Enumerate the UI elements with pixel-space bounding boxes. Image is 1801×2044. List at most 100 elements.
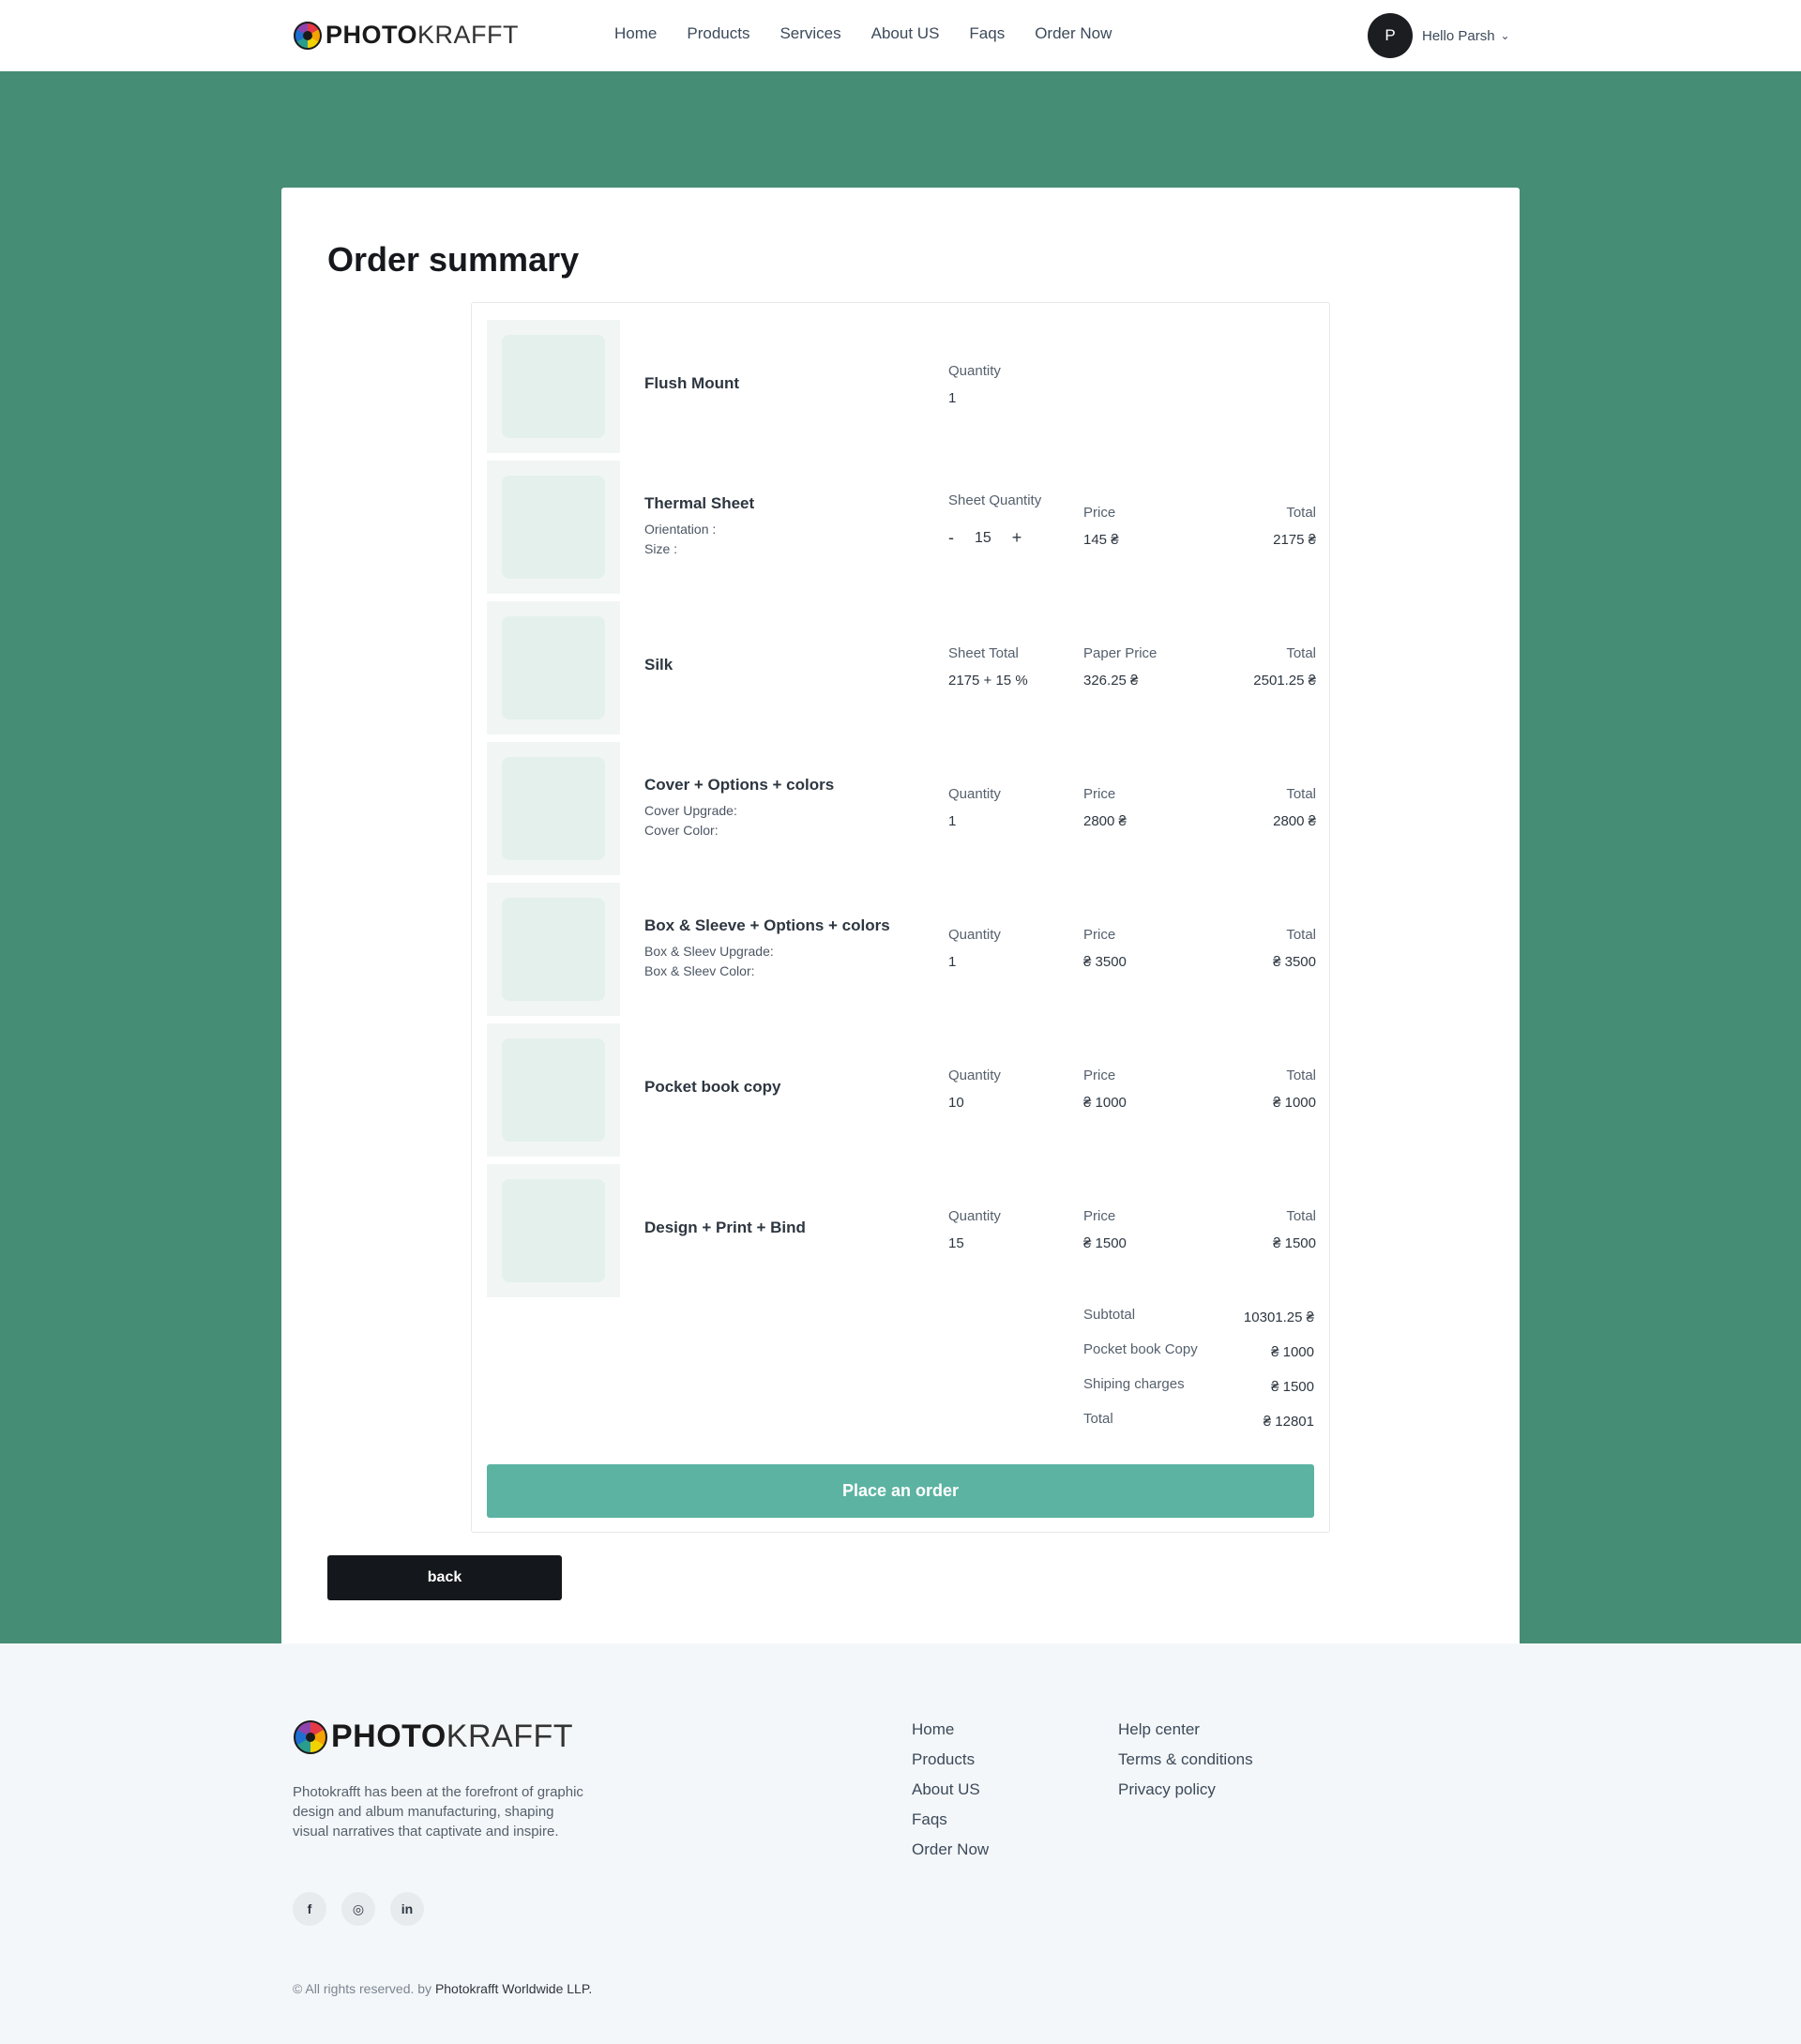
- footer-link-order-now[interactable]: Order Now: [912, 1840, 989, 1858]
- top-header: PHOTOKRAFFT Home Products Services About…: [0, 0, 1801, 71]
- nav-about-us[interactable]: About US: [871, 24, 940, 43]
- list-item: Thermal Sheet Orientation : Size : Sheet…: [487, 461, 1316, 594]
- sheet-quantity-label: Sheet Quantity: [948, 492, 1042, 508]
- nav-order-now[interactable]: Order Now: [1035, 24, 1112, 43]
- quantity-value: 1: [948, 954, 957, 970]
- back-button[interactable]: back: [327, 1555, 562, 1600]
- footer-support-links: Help center Terms & conditions Privacy p…: [1118, 1720, 1253, 1798]
- price-value: ₴ 1000: [1083, 1095, 1127, 1111]
- total-value: 2800 ₴: [1273, 813, 1316, 829]
- quantity-label: Quantity: [948, 1067, 1001, 1083]
- user-greeting[interactable]: Hello Parsh: [1422, 28, 1495, 44]
- image-placeholder: [502, 616, 605, 719]
- product-option-size: Size :: [644, 541, 678, 556]
- quantity-label: Quantity: [948, 363, 1001, 379]
- total-label: Total: [1286, 645, 1316, 661]
- page-title: Order summary: [327, 240, 580, 279]
- sheet-total-value: 2175 + 15 %: [948, 673, 1028, 689]
- nav-faqs[interactable]: Faqs: [969, 24, 1005, 43]
- product-option-orientation: Orientation :: [644, 522, 717, 537]
- place-order-button[interactable]: Place an order: [487, 1464, 1314, 1518]
- product-thumbnail: [487, 1023, 620, 1157]
- brand-logo[interactable]: PHOTOKRAFFT: [294, 21, 519, 50]
- quantity-value[interactable]: 15: [975, 530, 991, 547]
- total-value: 2175 ₴: [1273, 532, 1316, 548]
- sheet-total-label: Sheet Total: [948, 645, 1019, 661]
- list-item: Cover + Options + colors Cover Upgrade: …: [487, 742, 1316, 875]
- company-link[interactable]: Photokrafft Worldwide LLP.: [435, 1981, 592, 1996]
- chevron-down-icon[interactable]: ⌄: [1501, 29, 1510, 42]
- nav-services[interactable]: Services: [779, 24, 840, 43]
- product-thumbnail: [487, 461, 620, 594]
- total-value: ₴ 1000: [1273, 1095, 1316, 1111]
- subtotal-label: Subtotal: [1083, 1307, 1136, 1323]
- footer-link-products[interactable]: Products: [912, 1750, 989, 1768]
- order-card: Order summary Flush Mount Quantity 1 The…: [281, 188, 1520, 1670]
- footer-link-faqs[interactable]: Faqs: [912, 1810, 989, 1828]
- aperture-logo-icon: [294, 21, 322, 50]
- nav-home[interactable]: Home: [614, 24, 657, 43]
- quantity-value: 1: [948, 390, 957, 406]
- product-thumbnail: [487, 883, 620, 1016]
- product-thumbnail: [487, 601, 620, 734]
- decrement-button[interactable]: -: [948, 528, 954, 548]
- copyright: © All rights reserved. by Photokrafft Wo…: [293, 1981, 593, 1996]
- user-menu[interactable]: P Hello Parsh ⌄: [1368, 13, 1510, 58]
- footer-link-privacy[interactable]: Privacy policy: [1118, 1780, 1253, 1798]
- list-item: Design + Print + Bind Quantity 15 Price …: [487, 1164, 1316, 1297]
- avatar[interactable]: P: [1368, 13, 1413, 58]
- paper-price-label: Paper Price: [1083, 645, 1158, 661]
- product-name: Thermal Sheet: [644, 494, 755, 512]
- price-label: Price: [1083, 927, 1116, 943]
- total-value: ₴ 3500: [1273, 954, 1316, 970]
- product-thumbnail: [487, 1164, 620, 1297]
- quantity-value: 10: [948, 1095, 964, 1111]
- facebook-icon[interactable]: f: [293, 1892, 326, 1926]
- total-label: Total: [1286, 1208, 1316, 1224]
- increment-button[interactable]: +: [1012, 528, 1022, 548]
- footer-link-about-us[interactable]: About US: [912, 1780, 989, 1798]
- social-links: f ◎ in: [293, 1892, 424, 1926]
- quantity-stepper: - 15 +: [948, 528, 1022, 548]
- total-label: Total: [1286, 1067, 1316, 1083]
- footer-nav-links: Home Products About US Faqs Order Now: [912, 1720, 989, 1858]
- price-label: Price: [1083, 786, 1116, 802]
- product-option-color: Box & Sleev Color:: [644, 963, 755, 978]
- total-value: ₴ 1500: [1273, 1235, 1316, 1251]
- image-placeholder: [502, 476, 605, 579]
- list-item: Silk Sheet Total 2175 + 15 % Paper Price…: [487, 601, 1316, 734]
- price-value: ₴ 3500: [1083, 954, 1127, 970]
- total-label: Total: [1286, 927, 1316, 943]
- subtotal-value: 10301.25 ₴: [1243, 1310, 1314, 1325]
- aperture-logo-icon: [294, 1719, 327, 1754]
- instagram-icon[interactable]: ◎: [341, 1892, 375, 1926]
- price-label: Price: [1083, 505, 1116, 521]
- footer-link-help-center[interactable]: Help center: [1118, 1720, 1253, 1738]
- brand-wordmark: PHOTOKRAFFT: [331, 1718, 573, 1754]
- quantity-label: Quantity: [948, 786, 1001, 802]
- product-option-upgrade: Cover Upgrade:: [644, 803, 737, 818]
- list-item: Pocket book copy Quantity 10 Price ₴ 100…: [487, 1023, 1316, 1157]
- footer-link-terms[interactable]: Terms & conditions: [1118, 1750, 1253, 1768]
- price-label: Price: [1083, 1208, 1116, 1224]
- linkedin-icon[interactable]: in: [390, 1892, 424, 1926]
- list-item: Box & Sleeve + Options + colors Box & Sl…: [487, 883, 1316, 1016]
- total-label: Total: [1286, 786, 1316, 802]
- product-name: Design + Print + Bind: [644, 1219, 806, 1236]
- total-value: 2501.25 ₴: [1253, 673, 1316, 689]
- price-value: ₴ 1500: [1083, 1235, 1127, 1251]
- shipping-charges-value: ₴ 1500: [1271, 1379, 1314, 1395]
- paper-price-value: 326.25 ₴: [1083, 673, 1139, 689]
- footer-link-home[interactable]: Home: [912, 1720, 989, 1738]
- price-value: 145 ₴: [1083, 532, 1119, 548]
- content-band: Order summary Flush Mount Quantity 1 The…: [0, 71, 1801, 1670]
- footer-logo[interactable]: PHOTOKRAFFT: [294, 1718, 573, 1755]
- image-placeholder: [502, 757, 605, 860]
- product-option-color: Cover Color:: [644, 823, 719, 838]
- image-placeholder: [502, 1179, 605, 1282]
- main-nav: Home Products Services About US Faqs Ord…: [614, 24, 1112, 43]
- nav-products[interactable]: Products: [687, 24, 749, 43]
- product-name: Cover + Options + colors: [644, 776, 835, 794]
- list-item: Flush Mount Quantity 1: [487, 320, 1316, 453]
- image-placeholder: [502, 1038, 605, 1142]
